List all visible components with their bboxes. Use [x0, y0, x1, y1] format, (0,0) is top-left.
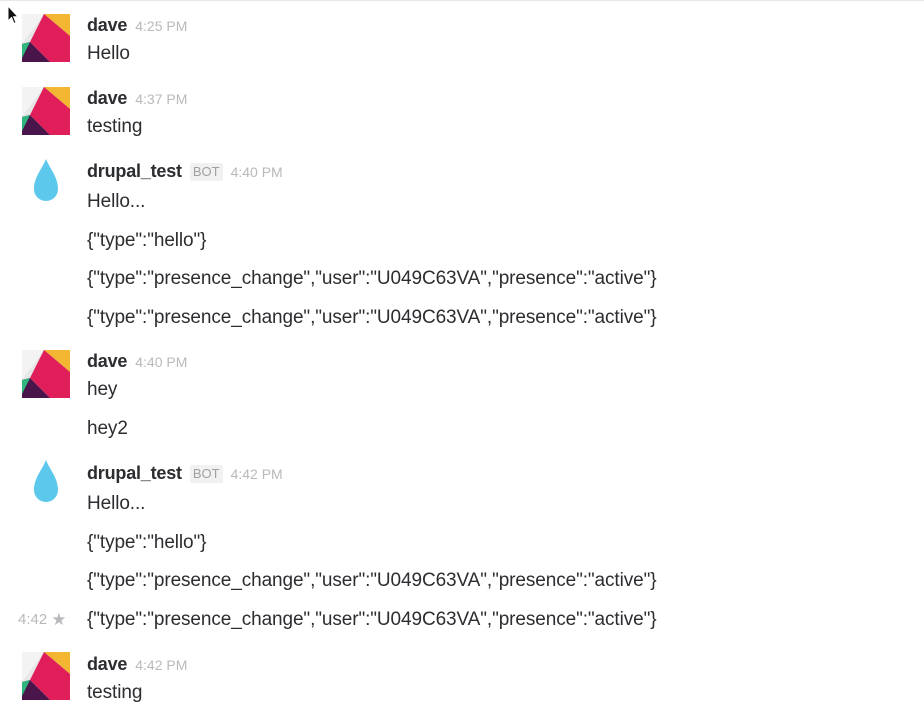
dave-avatar-icon[interactable] [22, 652, 70, 700]
message-text: {"type":"presence_change","user":"U049C6… [87, 609, 657, 630]
message-text: hey [87, 379, 118, 400]
sender-name[interactable]: drupal_test [87, 161, 182, 181]
timestamp[interactable]: 4:42 PM [231, 466, 283, 482]
message-header: dave 4:40 PM [87, 349, 187, 373]
message-text: Hello... [87, 493, 146, 514]
mouse-cursor-icon [7, 5, 19, 25]
drupal-drop-icon[interactable] [22, 458, 70, 506]
message-header: dave 4:42 PM [87, 652, 187, 676]
dave-avatar-icon[interactable] [22, 14, 70, 62]
hover-timestamp[interactable]: 4:42 [18, 611, 47, 628]
sender-name[interactable]: drupal_test [87, 463, 182, 483]
message-header: dave 4:25 PM [87, 13, 187, 37]
message-text: {"type":"presence_change","user":"U049C6… [87, 307, 657, 328]
message-text: {"type":"hello"} [87, 532, 207, 553]
timestamp[interactable]: 4:25 PM [135, 18, 187, 34]
message-hover-actions: 4:42 ★ [18, 607, 66, 633]
timestamp[interactable]: 4:37 PM [135, 91, 187, 107]
sender-name[interactable]: dave [87, 351, 127, 371]
message-text: testing [87, 116, 143, 137]
message-text: {"type":"hello"} [87, 230, 207, 251]
timestamp[interactable]: 4:40 PM [231, 164, 283, 180]
bot-badge: BOT [189, 465, 223, 483]
message-header: dave 4:37 PM [87, 86, 187, 110]
message-header: drupal_test BOT 4:42 PM [87, 461, 283, 485]
message-text: Hello [87, 43, 130, 64]
star-icon[interactable]: ★ [51, 607, 66, 633]
message-text: hey2 [87, 418, 128, 439]
message-text: testing [87, 682, 143, 703]
timestamp[interactable]: 4:40 PM [135, 354, 187, 370]
drupal-drop-icon[interactable] [22, 157, 70, 205]
dave-avatar-icon[interactable] [22, 87, 70, 135]
sender-name[interactable]: dave [87, 88, 127, 108]
dave-avatar-icon[interactable] [22, 350, 70, 398]
bot-badge: BOT [189, 163, 223, 181]
message-header: drupal_test BOT 4:40 PM [87, 159, 283, 183]
message-text: {"type":"presence_change","user":"U049C6… [87, 570, 657, 591]
message-text: {"type":"presence_change","user":"U049C6… [87, 268, 657, 289]
sender-name[interactable]: dave [87, 654, 127, 674]
top-divider [0, 0, 924, 1]
sender-name[interactable]: dave [87, 15, 127, 35]
message-text: Hello... [87, 191, 146, 212]
timestamp[interactable]: 4:42 PM [135, 657, 187, 673]
